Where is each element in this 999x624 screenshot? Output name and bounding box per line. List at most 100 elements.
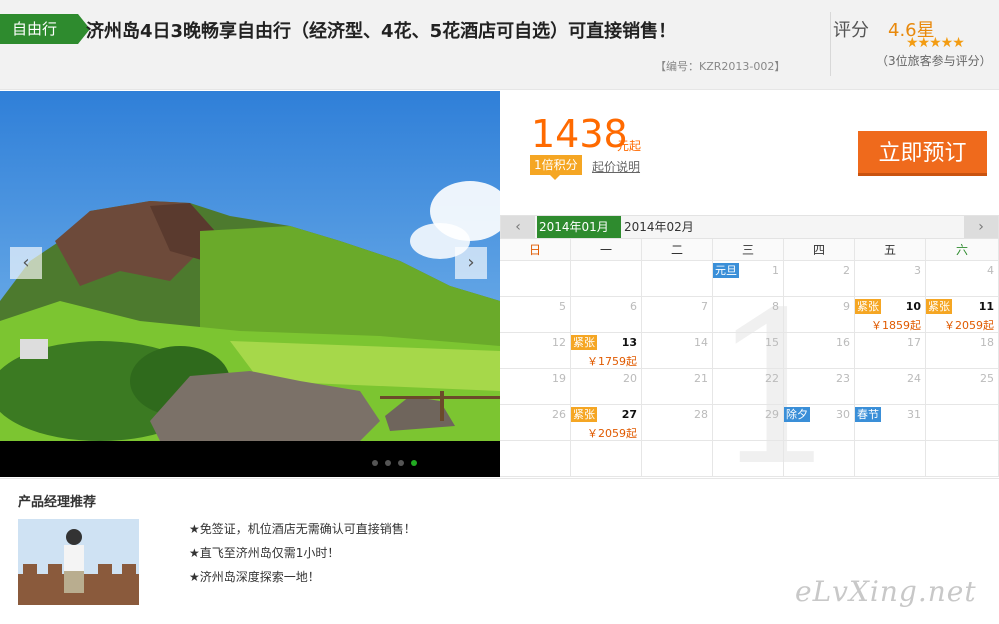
calendar-day-cell[interactable]: 3 xyxy=(855,261,926,297)
calendar-day-number: 17 xyxy=(907,336,921,349)
landscape-photo xyxy=(0,91,500,477)
calendar-day-cell xyxy=(500,261,571,297)
calendar-day-cell xyxy=(784,441,855,477)
calendar-day-number: 21 xyxy=(694,372,708,385)
calendar-day-cell[interactable]: 31 春节 xyxy=(855,405,926,441)
calendar-day-cell xyxy=(500,441,571,477)
calendar-day-cell[interactable]: 30 除夕 xyxy=(784,405,855,441)
calendar-day-cell[interactable]: 25 xyxy=(926,369,999,405)
gallery-dot-active[interactable] xyxy=(411,460,417,466)
price-unit: 元起 xyxy=(617,139,642,153)
availability-badge: 紧张 xyxy=(855,299,881,314)
site-watermark-logo: eLvXing.net xyxy=(795,575,977,608)
month-tab-current[interactable]: 2014年01月 xyxy=(537,216,621,238)
calendar-day-cell[interactable]: 4 xyxy=(926,261,999,297)
calendar-day-number: 11 xyxy=(978,300,994,313)
holiday-badge: 春节 xyxy=(855,407,881,422)
calendar-day-cell[interactable]: 5 xyxy=(500,297,571,333)
calendar-day-number: 16 xyxy=(836,336,850,349)
calendar-day-cell xyxy=(855,441,926,477)
calendar-day-cell[interactable]: 1 元旦 xyxy=(713,261,784,297)
weekday-header: 一 xyxy=(571,239,642,261)
calendar-next-button[interactable]: › xyxy=(964,216,998,238)
calendar-prev-button[interactable]: ‹ xyxy=(501,216,535,238)
gallery-dot[interactable] xyxy=(385,460,391,466)
product-title: 济州岛4日3晚畅享自由行（经济型、4花、5花酒店可自选）可直接销售！ xyxy=(86,21,677,42)
calendar-day-number: 20 xyxy=(623,372,637,385)
weekday-header: 五 xyxy=(855,239,926,261)
calendar-day-cell[interactable]: 8 xyxy=(713,297,784,333)
book-now-button[interactable]: 立即预订 xyxy=(858,131,987,176)
calendar-day-cell[interactable]: 10 紧张 ￥1859起 xyxy=(855,297,926,333)
calendar-day-number: 3 xyxy=(914,264,921,277)
recommend-item: ★直飞至济州岛仅需1小时！ xyxy=(189,546,340,560)
calendar-day-number: 1 xyxy=(772,264,779,277)
month-tab-next[interactable]: 2014年02月 xyxy=(622,216,706,238)
gallery-pagination xyxy=(372,455,424,469)
calendar-day-cell[interactable]: 15 xyxy=(713,333,784,369)
gallery-dot[interactable] xyxy=(398,460,404,466)
calendar-day-number: 28 xyxy=(694,408,708,421)
calendar-day-cell[interactable]: 13 紧张 ￥1759起 xyxy=(571,333,642,369)
calendar-day-cell xyxy=(642,441,713,477)
product-header: 自由行 济州岛4日3晚畅享自由行（经济型、4花、5花酒店可自选）可直接销售！ 【… xyxy=(0,0,999,90)
calendar-day-number: 23 xyxy=(836,372,850,385)
product-photo-gallery[interactable]: ‹ › xyxy=(0,91,500,477)
calendar-day-number: 25 xyxy=(980,372,994,385)
calendar-day-cell[interactable]: 29 xyxy=(713,405,784,441)
calendar-day-cell[interactable]: 11 紧张 ￥2059起 xyxy=(926,297,999,333)
manager-photo xyxy=(18,519,139,605)
product-code: 【编号：KZR2013-002】 xyxy=(655,60,786,73)
holiday-badge: 除夕 xyxy=(784,407,810,422)
calendar-day-number: 14 xyxy=(694,336,708,349)
weekday-header: 六 xyxy=(926,239,999,261)
availability-badge: 紧张 xyxy=(571,335,597,350)
calendar-day-cell[interactable]: 24 xyxy=(855,369,926,405)
day-price: ￥1859起 xyxy=(871,319,921,332)
calendar-day-cell xyxy=(642,261,713,297)
recommend-item: ★济州岛深度探索一地！ xyxy=(189,570,320,584)
calendar-day-cell[interactable]: 16 xyxy=(784,333,855,369)
gallery-next-button[interactable]: › xyxy=(455,247,487,279)
calendar-day-cell[interactable]: 18 xyxy=(926,333,999,369)
calendar-day-cell[interactable]: 21 xyxy=(642,369,713,405)
calendar-day-number: 7 xyxy=(701,300,708,313)
calendar-day-cell xyxy=(571,261,642,297)
calendar-day-cell[interactable]: 9 xyxy=(784,297,855,333)
calendar-day-cell[interactable]: 26 xyxy=(500,405,571,441)
price-note-link[interactable]: 起价说明 xyxy=(592,158,640,175)
calendar-day-number: 15 xyxy=(765,336,779,349)
calendar-day-number: 13 xyxy=(621,336,637,349)
day-price: ￥2059起 xyxy=(587,427,637,440)
calendar-day-cell xyxy=(926,441,999,477)
calendar-day-number: 5 xyxy=(559,300,566,313)
points-badge: 1倍积分 xyxy=(530,155,582,180)
calendar-day-cell[interactable]: 7 xyxy=(642,297,713,333)
calendar-day-number: 9 xyxy=(843,300,850,313)
calendar-day-number: 18 xyxy=(980,336,994,349)
rating-label: 评分 xyxy=(833,20,869,41)
calendar-day-cell[interactable]: 23 xyxy=(784,369,855,405)
calendar-day-number: 29 xyxy=(765,408,779,421)
calendar-day-cell[interactable]: 28 xyxy=(642,405,713,441)
calendar-day-cell[interactable]: 22 xyxy=(713,369,784,405)
manager-recommend-section: 产品经理推荐 ★免签证，机位酒店无需确认可直接销售！ ★直飞至济州岛仅需1小时！… xyxy=(0,478,999,624)
holiday-badge: 元旦 xyxy=(713,263,739,278)
review-count: （3位旅客参与评分） xyxy=(876,54,992,68)
calendar-day-cell[interactable]: 6 xyxy=(571,297,642,333)
recommend-item: ★免签证，机位酒店无需确认可直接销售！ xyxy=(189,522,416,536)
calendar-day-cell[interactable]: 14 xyxy=(642,333,713,369)
calendar-day-number: 31 xyxy=(907,408,921,421)
calendar-day-cell[interactable]: 2 xyxy=(784,261,855,297)
calendar-day-number: 26 xyxy=(552,408,566,421)
weekday-header: 四 xyxy=(784,239,855,261)
gallery-prev-button[interactable]: ‹ xyxy=(10,247,42,279)
calendar-day-cell[interactable]: 19 xyxy=(500,369,571,405)
gallery-dot[interactable] xyxy=(372,460,378,466)
calendar-day-cell[interactable]: 17 xyxy=(855,333,926,369)
calendar-day-cell[interactable]: 27 紧张 ￥2059起 xyxy=(571,405,642,441)
calendar-day-cell[interactable]: 12 xyxy=(500,333,571,369)
calendar-day-cell xyxy=(571,441,642,477)
calendar-day-cell[interactable]: 20 xyxy=(571,369,642,405)
weekday-header: 三 xyxy=(713,239,784,261)
